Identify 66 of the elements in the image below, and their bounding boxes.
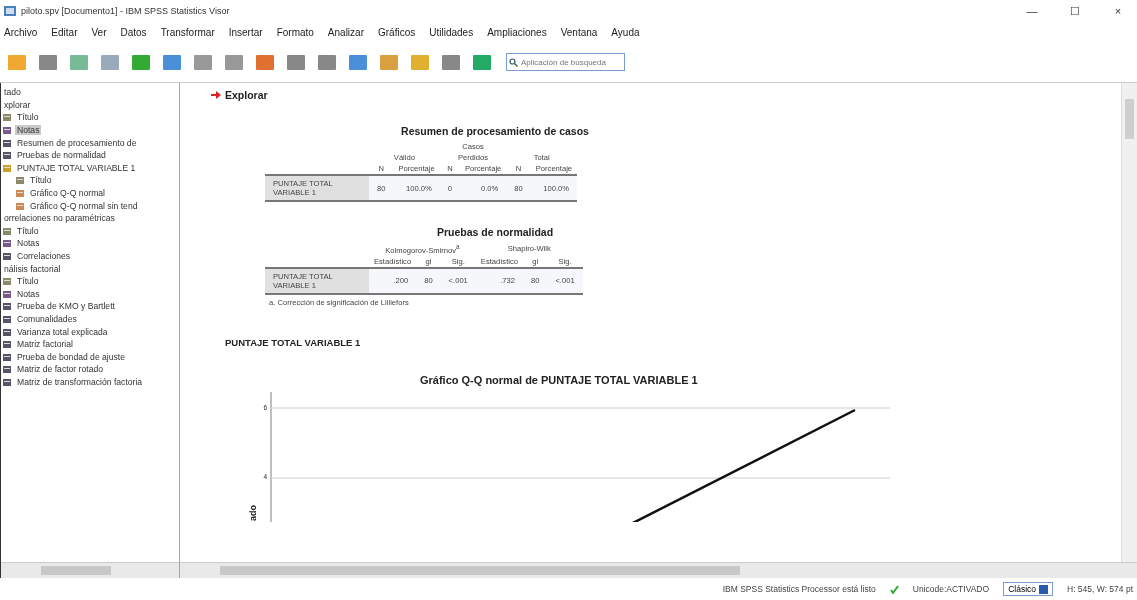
menu-item[interactable]: Transformar <box>160 26 215 38</box>
horizontal-scrollbar[interactable] <box>1 562 179 578</box>
outline-item[interactable]: Notas <box>15 288 42 299</box>
chart-title: Gráfico Q-Q normal de PUNTAJE TOTAL VARIABLE 1 <box>420 373 699 386</box>
status-text: H: 545, W: 574 pt <box>1067 584 1133 594</box>
outline-item[interactable]: Gráfico Q-Q normal <box>28 188 107 199</box>
menu-item[interactable]: Ampliaciones <box>487 26 547 38</box>
search-field[interactable]: Aplicación de búsqueda <box>506 53 625 71</box>
outline-item[interactable]: orrelaciones no paramétricas <box>2 213 117 224</box>
output-heading: Explorar <box>225 89 268 101</box>
vertical-scrollbar[interactable] <box>1121 83 1137 562</box>
mode-selector[interactable]: Clásico <box>1003 582 1053 596</box>
outline-item[interactable]: Pruebas de normalidad <box>15 150 108 161</box>
menu-item[interactable]: Analizar <box>327 26 364 38</box>
window-title: piloto.spv [Documento1] - IBM SPSS Statistics Visor <box>21 6 231 16</box>
menu-item[interactable]: Insertar <box>228 26 263 38</box>
outline-item[interactable]: Título <box>15 225 41 236</box>
menu-item[interactable]: Ayuda <box>611 26 640 38</box>
outline-item[interactable]: Título <box>15 112 41 123</box>
check-icon <box>889 584 899 594</box>
table-title: Pruebas de normalidad <box>435 226 555 239</box>
title-icon <box>15 175 25 186</box>
horizontal-scrollbar[interactable] <box>180 562 1137 578</box>
outline-item[interactable]: Resumen de procesamiento de <box>15 137 139 148</box>
menu-item[interactable]: Datos <box>120 26 147 38</box>
menu-item[interactable]: Ver <box>91 26 107 38</box>
arrow-icon <box>211 91 221 99</box>
title-icon <box>2 276 12 287</box>
outline-item[interactable]: Título <box>15 276 41 287</box>
window-control[interactable]: × <box>1099 5 1137 17</box>
outline-item[interactable]: nálisis factorial <box>2 263 63 274</box>
status-text: IBM SPSS Statistics Processor está listo <box>722 584 876 594</box>
outline-item[interactable]: xplorar <box>2 99 33 110</box>
outline-item[interactable]: Comunalidades <box>15 314 79 324</box>
outline-item[interactable]: tado <box>2 87 23 98</box>
outline-item[interactable]: Gráfico Q-Q normal sin tend <box>28 200 140 211</box>
outline-item[interactable]: Correlaciones <box>15 251 73 261</box>
book-icon <box>2 162 12 173</box>
axis-label: ado <box>248 504 258 521</box>
menu-item[interactable]: Formato <box>276 26 314 38</box>
title-icon <box>2 112 12 123</box>
outline-item[interactable]: Título <box>28 175 54 186</box>
outline-item[interactable]: Matriz de factor rotado <box>15 364 105 375</box>
outline-item[interactable]: Prueba de KMO y Bartlett <box>15 301 117 312</box>
notes-icon <box>2 125 12 136</box>
menu-item[interactable]: Ventana <box>560 26 598 38</box>
menu-item[interactable]: Gráficos <box>378 26 416 38</box>
outline-item[interactable]: Varianza total explicada <box>15 326 110 337</box>
menu-item[interactable]: Editar <box>51 26 78 38</box>
status-text: Unicode:ACTIVADO <box>912 584 990 594</box>
table-title: Resumen de procesamiento de casos <box>400 125 590 137</box>
outline-item[interactable]: Prueba de bondad de ajuste <box>15 351 127 362</box>
menu-item[interactable]: Utilidades <box>429 26 474 38</box>
outline-item[interactable]: Notas <box>15 238 42 249</box>
outline-item[interactable]: Matriz factorial <box>15 339 75 350</box>
menu-item[interactable]: Archivo <box>4 26 38 38</box>
window-control[interactable]: ☐ <box>1056 4 1094 18</box>
title-icon <box>2 225 12 236</box>
outline-item[interactable]: PUNTAJE TOTAL VARIABLE 1 <box>15 162 138 173</box>
notes-icon <box>2 288 12 299</box>
window-control[interactable]: — <box>1013 5 1051 17</box>
outline-item[interactable]: Matriz de transformación factoria <box>15 376 145 387</box>
section-heading: PUNTAJE TOTAL VARIABLE 1 <box>225 336 362 348</box>
notes-icon <box>2 238 12 249</box>
outline-item[interactable]: Notas <box>15 125 42 136</box>
app-icon <box>4 5 16 17</box>
